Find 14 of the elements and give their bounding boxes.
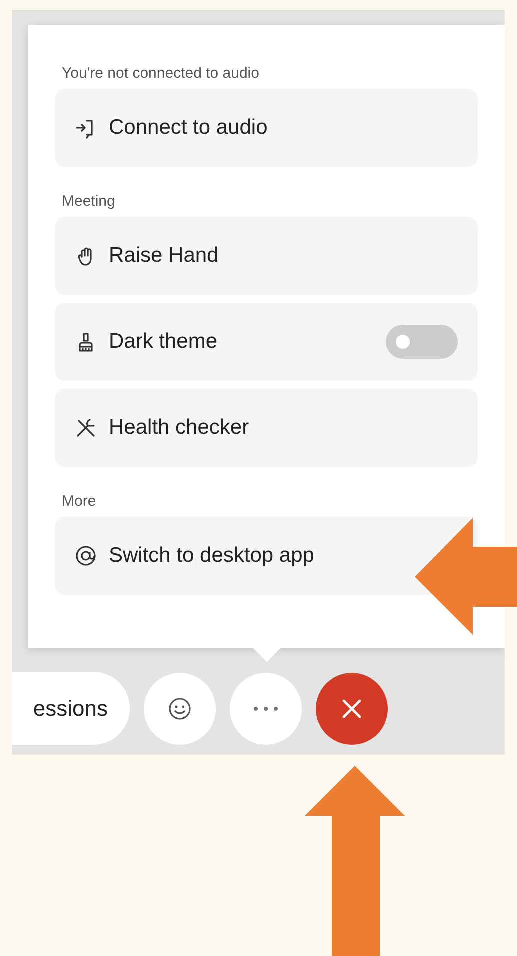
toolbar-button[interactable]: essions — [12, 672, 130, 745]
menu-item[interactable]: Connect to audio — [55, 89, 478, 167]
at-sign-icon — [75, 545, 97, 567]
smiley-icon — [167, 696, 193, 722]
section-label: You're not connected to audio — [62, 65, 260, 83]
section-label: More — [62, 493, 98, 511]
menu-item[interactable]: Health checker — [55, 389, 478, 467]
close-icon — [341, 698, 363, 720]
more-icon — [253, 706, 279, 712]
section-label: Meeting — [62, 193, 116, 211]
menu-item[interactable]: Raise Hand — [55, 217, 478, 295]
toggle-switch[interactable] — [386, 325, 458, 359]
tools-icon — [75, 417, 97, 439]
toggle-menu-item[interactable]: Dark theme — [55, 303, 478, 381]
